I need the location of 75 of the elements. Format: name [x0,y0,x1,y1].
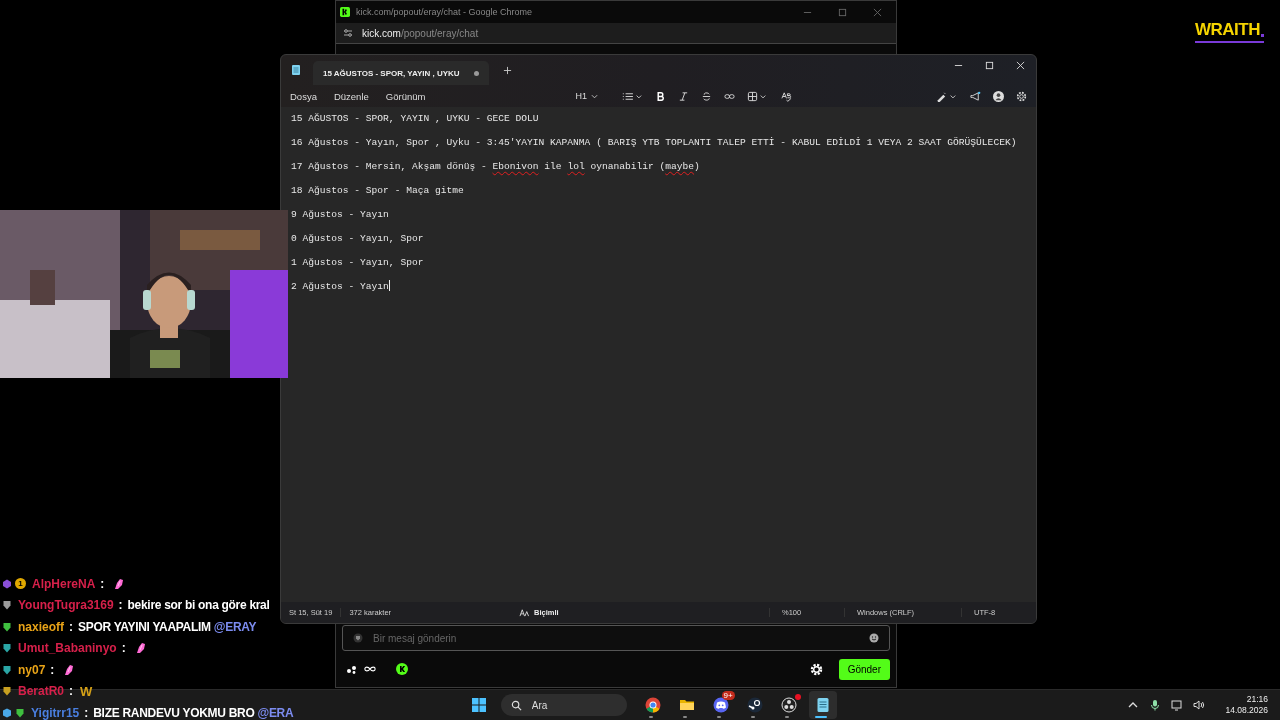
separator: : [84,705,89,720]
emote-text: W [80,683,93,699]
separator: : [121,641,126,656]
speaker-icon[interactable] [1193,699,1206,711]
text-line: 17 Ağustos - Mersin, Akşam dönüş - Ebonivon ile lol oynanabilir (maybe) [291,160,701,174]
separator: : [69,684,74,699]
dots-icon[interactable] [346,664,358,674]
chat-username[interactable]: YoungTugra3169 [18,598,114,613]
heading-dropdown[interactable]: H1 [569,90,604,102]
text-line: 1 Ağustos - Yayın, Spor [291,256,425,270]
separator: : [50,662,55,677]
network-icon[interactable] [1171,699,1184,711]
address-bar[interactable]: kick.com/popout/eray/chat [362,27,479,39]
bold-icon[interactable] [654,90,666,102]
taskbar-app[interactable]: 9+ [706,691,735,719]
format-icon [519,608,531,617]
menu-item[interactable]: Dosya [285,88,327,104]
separator: : [118,598,123,613]
search-field[interactable]: Ara [500,694,627,716]
separator: : [69,619,73,634]
chat-username[interactable]: ny07 [18,662,46,677]
shield-icon [353,633,363,643]
pen-dropdown-icon[interactable] [936,90,958,102]
italic-icon[interactable] [677,90,689,102]
emoji-icon[interactable] [869,633,879,643]
infinity-icon[interactable] [364,664,376,674]
search-input[interactable]: Ara [529,698,614,712]
chrome-icon [644,697,661,713]
k-logo-icon[interactable] [396,663,408,675]
chat-message: BIZE RANDEVU YOKMU BRO @ERA [93,705,294,720]
chat-message: bekire sor bi ona göre kral [127,598,270,613]
text-line: 9 Ağustos - Yayın [291,208,390,222]
folder-icon [678,697,695,713]
site-settings-icon[interactable] [342,27,354,39]
clock-date[interactable]: 14.08.2026 [1225,705,1268,716]
text-line: 18 Ağustos - Spor - Maça gitme [291,184,465,198]
caret-icon [590,93,598,99]
list-dropdown-icon[interactable] [620,90,643,102]
text-line: 0 Ağustos - Yayın, Spor [291,232,425,246]
document-tab[interactable]: 15 AĞUSTOS - SPOR, YAYIN , UYKU [313,61,489,85]
text-line: 16 Ağustos - Yayın, Spor , Uyku - 3:45'YAYIN KAPANMA ( BARIŞ YTB TOPLANTI TALEP ETTİ - KABUL EDİLDİ 1 VEYA 2 SAAT GÖRÜŞÜLECEK) [291,136,1018,150]
steam-icon [746,697,763,713]
text-line: 15 AĞUSTOS - SPOR, YAYIN , UYKU - GECE DOLU [291,112,540,126]
message-input[interactable]: Bir mesaj gönderin [371,631,861,645]
window-title: kick.com/popout/eray/chat - Google Chrome [356,7,533,17]
notification-badge: 9+ [721,691,735,700]
taskbar-app[interactable] [808,691,837,719]
account-icon[interactable] [993,90,1004,102]
settings-icon[interactable] [1016,90,1027,102]
text-line: 2 Ağustos - Yayın [291,279,391,294]
notepad-icon [291,64,301,76]
discord-icon [712,697,729,713]
chat-message: SPOR YAYINI YAAPALIM @ERAY [78,619,257,634]
menu-item[interactable]: Düzenle [328,88,379,104]
chat-username[interactable]: Yigitrr15 [31,705,80,720]
new-tab-icon[interactable] [502,65,512,75]
chat-username[interactable]: AlpHereNA [32,576,96,591]
start-icon[interactable] [470,697,487,713]
strikethrough-icon[interactable] [700,90,712,102]
chat-username[interactable]: naxieoff [18,619,64,634]
send-button[interactable]: Gönder [838,658,890,680]
separator: : [100,576,105,591]
clock-time[interactable]: 21:16 [1246,694,1268,705]
notepad-icon [814,697,831,713]
k-logo-icon [340,7,350,17]
chat-username[interactable]: Umut_Babaninyo [18,641,117,656]
microphone-icon[interactable] [1149,699,1162,711]
search-icon [510,699,522,711]
record-icon [780,697,797,713]
channel-logo: WRAITH [1195,20,1260,40]
megaphone-icon[interactable] [970,90,981,102]
spellcheck-icon[interactable] [780,90,792,102]
menu-item[interactable]: Görünüm [380,88,436,104]
message-field[interactable]: Bir mesaj gönderin [342,625,890,651]
level-badge: 1 [15,578,26,590]
